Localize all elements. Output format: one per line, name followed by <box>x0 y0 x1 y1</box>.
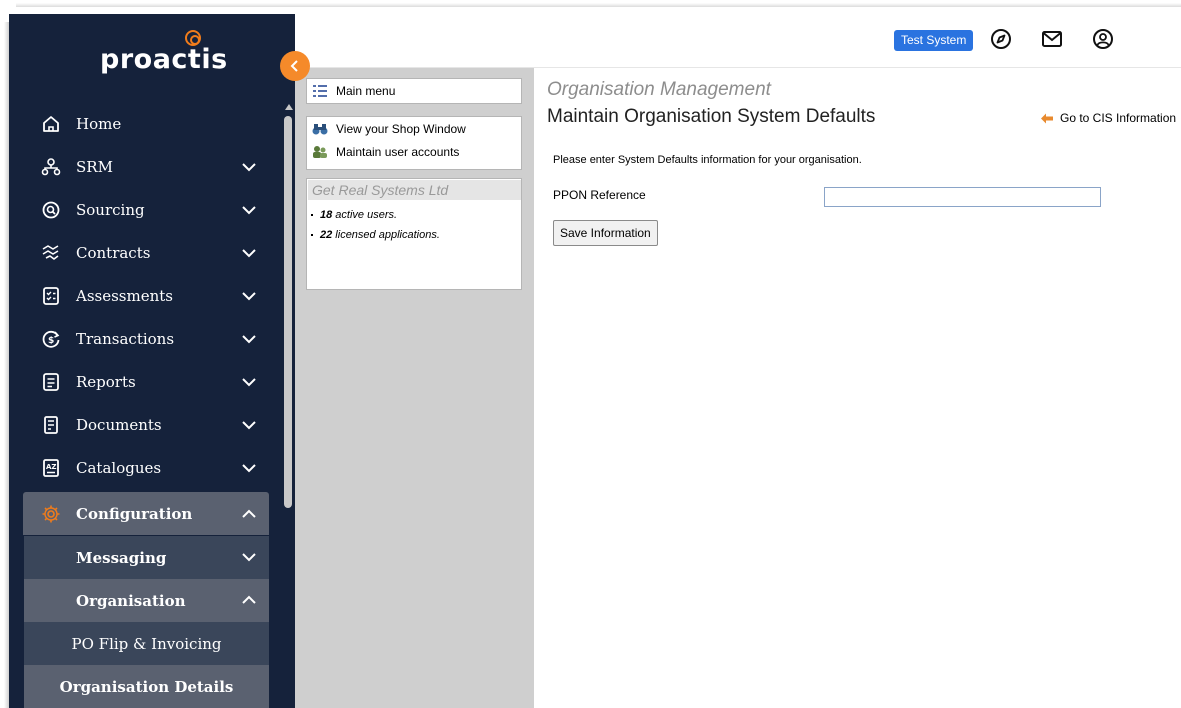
sidebar-scroll-thumb[interactable] <box>284 116 292 508</box>
active-users-stat: 18 active users. <box>311 209 397 221</box>
sidebar-subitem-label: PO Flip & Invoicing <box>71 635 222 653</box>
users-icon <box>313 146 327 158</box>
chevron-down-icon <box>242 292 256 301</box>
sidebar-item-label: Assessments <box>76 287 173 305</box>
sidebar-item-label: Configuration <box>76 504 193 523</box>
sidebar-item-contracts[interactable]: Contracts <box>23 233 269 273</box>
app-window: proactis Home SRM Sourcing Contracts Ass… <box>0 0 1181 708</box>
sidebar-item-label: Catalogues <box>76 459 162 477</box>
sidebar-item-label: Contracts <box>76 244 151 262</box>
licensed-applications-text: licensed applications. <box>332 229 440 241</box>
sidebar-subitem-label: Organisation <box>76 592 186 610</box>
binoculars-icon <box>312 124 328 135</box>
active-users-count: 18 <box>320 209 333 221</box>
sidebar-item-label: Documents <box>76 416 162 434</box>
main-content: Organisation Management Maintain Organis… <box>534 68 1181 708</box>
chevron-down-icon <box>242 553 256 562</box>
main-menu-link[interactable]: Main menu <box>312 84 395 98</box>
page-title: Maintain Organisation System Defaults <box>547 106 876 127</box>
main-menu-box: Main menu <box>306 78 522 104</box>
sidebar-item-configuration[interactable]: Configuration <box>23 492 269 535</box>
reports-icon <box>43 373 59 391</box>
catalogues-icon: AZ <box>43 459 59 477</box>
sidebar-subitem-po-flip-invoicing[interactable]: PO Flip & Invoicing <box>24 622 269 665</box>
go-to-cis-information-link[interactable]: Go to CIS Information <box>1041 111 1176 125</box>
window-shadow-left <box>0 14 9 708</box>
view-shop-window-link[interactable]: View your Shop Window <box>312 122 466 136</box>
sidebar-collapse-button[interactable] <box>280 51 310 81</box>
quick-links-box: View your Shop Window Maintain user acco… <box>306 116 522 170</box>
sidebar-item-label: Reports <box>76 373 136 391</box>
sidebar-item-catalogues[interactable]: AZ Catalogues <box>23 448 269 488</box>
chevron-down-icon <box>242 249 256 258</box>
environment-badge: Test System <box>894 30 974 51</box>
organisation-info-box: Get Real Systems Ltd 18 active users. 22… <box>306 178 522 290</box>
section-heading: Organisation Management <box>547 79 771 100</box>
organisation-name: Get Real Systems Ltd <box>308 180 521 200</box>
sidebar-item-reports[interactable]: Reports <box>23 362 269 402</box>
chevron-down-icon <box>242 464 256 473</box>
sidebar: proactis Home SRM Sourcing Contracts Ass… <box>9 14 295 708</box>
transactions-icon: $ <box>42 330 60 348</box>
sidebar-item-label: Transactions <box>76 330 175 348</box>
left-panel: Main menu View your Shop Window Maintain… <box>295 68 534 708</box>
window-shadow-top <box>0 0 1181 14</box>
save-information-button[interactable]: Save Information <box>553 220 658 246</box>
ppon-reference-input[interactable] <box>824 187 1101 207</box>
chevron-up-icon <box>242 595 256 604</box>
mail-icon[interactable] <box>1040 27 1064 51</box>
srm-icon <box>41 158 61 176</box>
chevron-up-icon <box>242 509 256 518</box>
sidebar-item-label: Home <box>76 115 122 133</box>
chevron-down-icon <box>242 163 256 172</box>
sidebar-item-transactions[interactable]: $ Transactions <box>23 319 269 359</box>
sidebar-subitem-organisation[interactable]: Organisation <box>24 579 269 622</box>
brand-logo[interactable]: proactis <box>100 44 228 75</box>
bullet-icon <box>311 234 313 237</box>
view-shop-window-label: View your Shop Window <box>336 122 466 136</box>
bullet-icon <box>311 214 313 217</box>
contracts-icon <box>42 245 59 260</box>
ppon-reference-label: PPON Reference <box>553 188 646 202</box>
svg-text:$: $ <box>48 336 54 346</box>
chevron-down-icon <box>242 378 256 387</box>
chevron-left-icon <box>290 60 298 72</box>
licensed-applications-stat: 22 licensed applications. <box>311 229 440 241</box>
assessments-icon <box>43 287 59 305</box>
scroll-up-arrow-icon[interactable] <box>285 104 293 110</box>
sidebar-subitem-label: Messaging <box>76 549 167 567</box>
gear-icon <box>42 505 60 523</box>
sidebar-item-home[interactable]: Home <box>23 104 269 144</box>
go-to-cis-information-label: Go to CIS Information <box>1060 111 1177 125</box>
licensed-applications-count: 22 <box>320 229 333 241</box>
sidebar-item-assessments[interactable]: Assessments <box>23 276 269 316</box>
documents-icon <box>44 416 58 434</box>
chevron-down-icon <box>242 206 256 215</box>
chevron-down-icon <box>242 335 256 344</box>
svg-text:AZ: AZ <box>46 463 57 471</box>
main-menu-label: Main menu <box>336 84 396 98</box>
menu-list-icon <box>313 85 327 97</box>
brand-logo-mark-icon <box>185 30 201 46</box>
home-icon <box>43 116 59 132</box>
sidebar-subitem-label: Organisation Details <box>59 678 234 696</box>
maintain-user-accounts-label: Maintain user accounts <box>336 145 460 159</box>
intro-text: Please enter System Defaults information… <box>553 154 862 166</box>
sourcing-icon <box>42 201 60 219</box>
sidebar-item-label: Sourcing <box>76 201 145 219</box>
active-users-text: active users. <box>332 209 398 221</box>
sidebar-subitem-organisation-details[interactable]: Organisation Details <box>24 665 269 708</box>
sidebar-item-srm[interactable]: SRM <box>23 147 269 187</box>
sidebar-subitem-messaging[interactable]: Messaging <box>24 536 269 579</box>
top-bar: Test System <box>295 14 1181 68</box>
arrow-left-icon <box>1041 113 1053 123</box>
maintain-user-accounts-link[interactable]: Maintain user accounts <box>312 145 459 159</box>
sidebar-item-label: SRM <box>76 158 113 176</box>
compass-icon[interactable] <box>989 27 1013 51</box>
sidebar-item-documents[interactable]: Documents <box>23 405 269 445</box>
user-icon[interactable] <box>1091 27 1115 51</box>
sidebar-item-sourcing[interactable]: Sourcing <box>23 190 269 230</box>
chevron-down-icon <box>242 421 256 430</box>
